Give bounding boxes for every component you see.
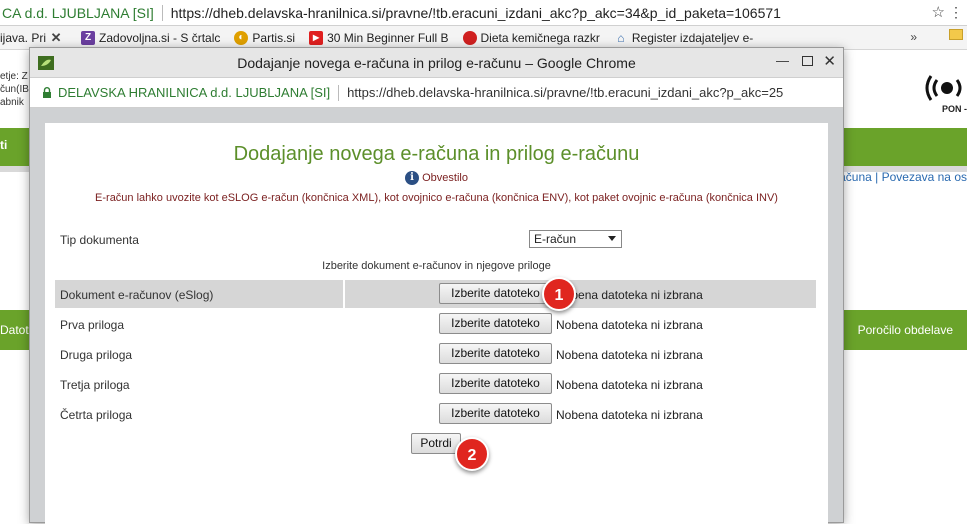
bookmark-star-icon[interactable]: ☆ [932,3,945,21]
file-status: Nobena datoteka ni izbrana [556,378,703,392]
bookmark-label: 30 Min Beginner Full B [327,30,449,45]
info-notice[interactable]: i Obvestilo [45,171,828,185]
maximize-icon[interactable] [802,56,813,66]
separator [338,84,340,101]
page-title: Dodajanje novega e-računa in prilog e-ra… [233,143,640,165]
row-divider [343,280,345,308]
popup-window: Dodajanje novega e-računa in prilog e-ra… [29,47,844,524]
lock-icon [43,87,51,98]
more-bookmarks-icon[interactable]: » [910,30,917,44]
menu-icon[interactable]: ⋮ [949,4,963,21]
choose-file-button-attachment-2[interactable]: Izberite datoteko [439,343,552,364]
doc-type-value: E-račun [534,232,577,246]
popup-title-bar[interactable]: Dodajanje novega e-računa in prilog e-ra… [30,48,843,78]
bookmark-item[interactable]: ijava. Pri ✕ [0,29,67,45]
background-nav-item[interactable]: ti [0,138,7,152]
file-row-label: Tretja priloga [60,378,130,392]
bookmark-label: Zadovoljna.si - S črtalc [99,30,221,45]
bookmark-item[interactable]: Dieta kemičnega razkr [462,30,600,45]
background-left-text: etje: Z čun(IBA abnik [0,71,30,108]
logo-text: PON - [941,104,967,114]
info-icon[interactable]: i [405,171,420,185]
file-status: Nobena datoteka ni izbrana [556,318,703,332]
bookmark-label: Dieta kemičnega razkr [480,30,600,45]
callout-badge-1: 1 [542,277,576,311]
background-url[interactable]: https://dheb.delavska-hranilnica.si/prav… [171,5,781,21]
file-status: Nobena datoteka ni izbrana [556,348,703,362]
bookmark-item[interactable]: Z Zadovoljna.si - S črtalc [81,30,221,45]
background-links[interactable]: računa | Povezava na os [835,170,967,184]
register-icon: ⌂ [617,30,625,45]
z-icon: Z [81,30,96,45]
folder-icon[interactable] [949,29,967,40]
background-address-bar[interactable]: CA d.d. LJUBLJANA [SI] https://dheb.dela… [0,0,967,26]
bookmark-item[interactable]: ▶ 30 Min Beginner Full B [309,30,449,45]
bookmark-label: Register izdajateljev e- [631,30,754,45]
youtube-icon: ▶ [309,30,324,45]
file-row-label: Druga priloga [60,348,133,362]
popup-address-bar[interactable]: DELAVSKA HRANILNICA d.d. LJUBLJANA [SI] … [30,78,843,108]
format-description: E-račun lahko uvozite kot eSLOG e-račun … [95,192,778,204]
popup-secure-label: DELAVSKA HRANILNICA d.d. LJUBLJANA [SI] [58,85,331,100]
close-icon[interactable]: ✕ [823,52,836,70]
upload-form: Dodajanje novega e-računa in prilog e-ra… [45,123,828,524]
popup-url[interactable]: https://dheb.delavska-hranilnica.si/prav… [347,85,783,100]
submit-button[interactable]: Potrdi [411,433,461,454]
bookmark-label: ijava. Pri [0,30,47,45]
file-row-label: Prva priloga [60,318,125,332]
minimize-icon[interactable]: — [776,53,789,68]
background-secure-label: CA d.d. LJUBLJANA [SI] [2,4,154,21]
separator [161,4,163,21]
background-tab-report[interactable]: Poročilo obdelave [858,323,953,337]
choose-file-button-attachment-1[interactable]: Izberite datoteko [439,313,552,334]
choose-hint: Izberite dokument e-računov in njegove p… [322,260,551,272]
callout-badge-2: 2 [455,437,489,471]
bookmark-item[interactable]: ◐ Partis.si [234,30,296,45]
bookmark-label: Partis.si [252,30,296,45]
file-status: Nobena datoteka ni izbrana [556,408,703,422]
file-row-label: Dokument e-računov (eSlog) [60,288,214,302]
choose-file-button-document[interactable]: Izberite datoteko [439,283,552,304]
info-link[interactable]: Obvestilo [422,172,468,184]
chevron-down-icon [608,236,616,241]
popup-title: Dodajanje novega e-računa in prilog e-ra… [237,55,636,71]
apple-icon [462,30,477,45]
doc-type-label: Tip dokumenta [60,233,139,247]
file-row-label: Četrta priloga [60,408,133,422]
choose-file-button-attachment-4[interactable]: Izberite datoteko [439,403,552,424]
bookmark-item[interactable]: ⌂ Register izdajateljev e- [614,31,753,45]
doc-type-select[interactable]: E-račun [529,230,622,248]
partis-icon: ◐ [234,30,249,45]
file-status: Nobena datoteka ni izbrana [556,288,703,302]
background-tab-files[interactable]: Datot [0,323,29,337]
x-icon: ✕ [50,29,62,45]
choose-file-button-attachment-3[interactable]: Izberite datoteko [439,373,552,394]
